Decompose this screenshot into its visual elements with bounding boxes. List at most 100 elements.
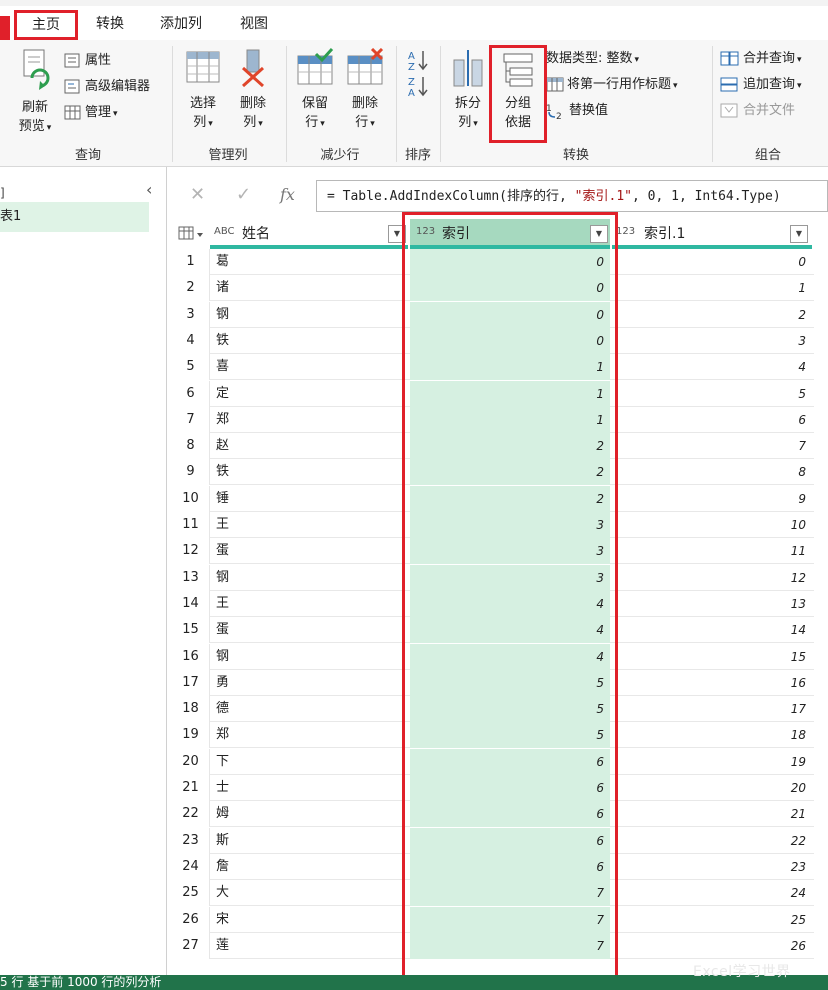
keep-rows-button[interactable]: 保留 行 ▾: [292, 47, 338, 134]
cell-index-1[interactable]: 18: [612, 722, 810, 748]
tab-home[interactable]: 主页: [14, 10, 78, 40]
cell-index-1[interactable]: 12: [612, 565, 810, 591]
cell-name[interactable]: 钢: [212, 565, 408, 591]
cell-name[interactable]: 士: [212, 775, 408, 801]
column-header-name[interactable]: ABC 姓名 ▼: [210, 219, 408, 249]
vertical-scrollbar[interactable]: [816, 249, 828, 975]
cancel-formula-icon[interactable]: ✕: [190, 184, 205, 205]
remove-rows-button[interactable]: 删除 行 ▾: [342, 47, 388, 134]
combine-files-button[interactable]: 合并文件: [720, 100, 795, 122]
cell-index-1[interactable]: 23: [612, 854, 810, 880]
tab-add-column[interactable]: 添加列: [156, 12, 206, 36]
cell-name[interactable]: 大: [212, 880, 408, 906]
cell-name[interactable]: 蛋: [212, 617, 408, 643]
cell-index-1[interactable]: 2: [612, 302, 810, 328]
number-type-icon[interactable]: 123: [616, 226, 635, 237]
row-number: 7: [172, 407, 210, 433]
cell-name[interactable]: 勇: [212, 670, 408, 696]
filter-dropdown-icon[interactable]: ▼: [790, 225, 808, 243]
replace-values-button[interactable]: 1 2 替换值: [546, 100, 608, 122]
text-type-icon[interactable]: ABC: [214, 226, 235, 237]
cell-index-1[interactable]: 16: [612, 670, 810, 696]
cell-name[interactable]: 铁: [212, 459, 408, 485]
cell-index-1[interactable]: 9: [612, 486, 810, 512]
cell-name[interactable]: 斯: [212, 828, 408, 854]
tab-transform[interactable]: 转换: [92, 12, 128, 36]
cell-index-1[interactable]: 13: [612, 591, 810, 617]
separator: [172, 46, 173, 162]
cell-name[interactable]: 王: [212, 591, 408, 617]
cell-index-1[interactable]: 22: [612, 828, 810, 854]
cell-name[interactable]: 葛: [212, 249, 408, 275]
cell-name[interactable]: 宋: [212, 907, 408, 933]
cell-name[interactable]: 德: [212, 696, 408, 722]
column-header-index-1[interactable]: 123 索引.1 ▼: [612, 219, 812, 249]
cell-index-1[interactable]: 25: [612, 907, 810, 933]
cell-index-1[interactable]: 21: [612, 801, 810, 827]
sort-descending-button[interactable]: Z A: [406, 74, 433, 99]
cell-index-1[interactable]: 26: [612, 933, 810, 959]
cell-index-1[interactable]: 0: [612, 249, 810, 275]
row-number: 17: [172, 670, 210, 696]
remove-columns-button[interactable]: 删除 列 ▾: [230, 48, 276, 134]
table-menu-header[interactable]: [172, 219, 210, 249]
cell-index-1[interactable]: 7: [612, 433, 810, 459]
cell-name[interactable]: 郑: [212, 722, 408, 748]
refresh-label-2: 预览 ▾: [18, 119, 52, 134]
split-column-button[interactable]: 拆分 列 ▾: [446, 48, 490, 134]
cell-name[interactable]: 王: [212, 512, 408, 538]
cell-index-1[interactable]: 17: [612, 696, 810, 722]
query-item-table1[interactable]: 表1: [0, 202, 149, 232]
merge-queries-button[interactable]: 合并查询 ▾: [720, 48, 802, 70]
fx-icon[interactable]: fx: [280, 185, 295, 204]
cell-name[interactable]: 诸: [212, 275, 408, 301]
properties-button[interactable]: 属性: [64, 50, 111, 72]
cell-name[interactable]: 铁: [212, 328, 408, 354]
cell-name[interactable]: 下: [212, 749, 408, 775]
cell-name[interactable]: 赵: [212, 433, 408, 459]
formula-input[interactable]: = Table.AddIndexColumn(排序的行, "索引.1", 0, …: [316, 180, 828, 212]
cell-name[interactable]: 喜: [212, 354, 408, 380]
cell-name[interactable]: 锤: [212, 486, 408, 512]
use-first-row-as-headers-button[interactable]: 将第一行用作标题 ▾: [546, 74, 678, 96]
cell-index-1[interactable]: 5: [612, 381, 810, 407]
cell-index-1[interactable]: 15: [612, 644, 810, 670]
cell-index-1[interactable]: 20: [612, 775, 810, 801]
formula-bar: ✕ ✓ fx = Table.AddIndexColumn(排序的行, "索引.…: [172, 180, 828, 214]
cell-index-1[interactable]: 6: [612, 407, 810, 433]
cell-name[interactable]: 定: [212, 381, 408, 407]
cell-index-1[interactable]: 4: [612, 354, 810, 380]
cell-index-1[interactable]: 24: [612, 880, 810, 906]
cell-index-1[interactable]: 3: [612, 328, 810, 354]
cell-index-1[interactable]: 19: [612, 749, 810, 775]
cell-name[interactable]: 钢: [212, 302, 408, 328]
cell-name[interactable]: 钢: [212, 644, 408, 670]
data-type-dropdown[interactable]: 数据类型: 整数 ▾: [546, 48, 639, 70]
advanced-editor-button[interactable]: 高级编辑器: [64, 76, 150, 98]
cell-index-1[interactable]: 8: [612, 459, 810, 485]
remove-columns-icon: [241, 49, 265, 88]
row-number: 27: [172, 933, 210, 959]
watermark: Excel学习世界: [693, 964, 791, 980]
choose-columns-button[interactable]: 选择 列 ▾: [180, 48, 226, 134]
cell-index-1[interactable]: 11: [612, 538, 810, 564]
tab-view[interactable]: 视图: [236, 12, 272, 36]
cell-index-1[interactable]: 1: [612, 275, 810, 301]
cell-index-1[interactable]: 10: [612, 512, 810, 538]
manage-table-icon: [64, 105, 81, 119]
refresh-preview-button[interactable]: 刷新 预览 ▾: [12, 48, 58, 138]
cell-name[interactable]: 詹: [212, 854, 408, 880]
cell-index-1[interactable]: 14: [612, 617, 810, 643]
cell-name[interactable]: 郑: [212, 407, 408, 433]
file-tab-edge[interactable]: [0, 16, 10, 40]
cell-name[interactable]: 莲: [212, 933, 408, 959]
commit-formula-icon[interactable]: ✓: [236, 184, 251, 205]
append-queries-button[interactable]: 追加查询 ▾: [720, 74, 802, 96]
manage-button[interactable]: 管理 ▾: [64, 102, 118, 124]
collapse-pane-icon[interactable]: ‹: [146, 180, 152, 199]
cell-name[interactable]: 蛋: [212, 538, 408, 564]
cell-name[interactable]: 姆: [212, 801, 408, 827]
sort-ascending-button[interactable]: A Z: [406, 48, 433, 73]
row-number: 5: [172, 354, 210, 380]
split-column-label-2: 列 ▾: [458, 115, 478, 130]
